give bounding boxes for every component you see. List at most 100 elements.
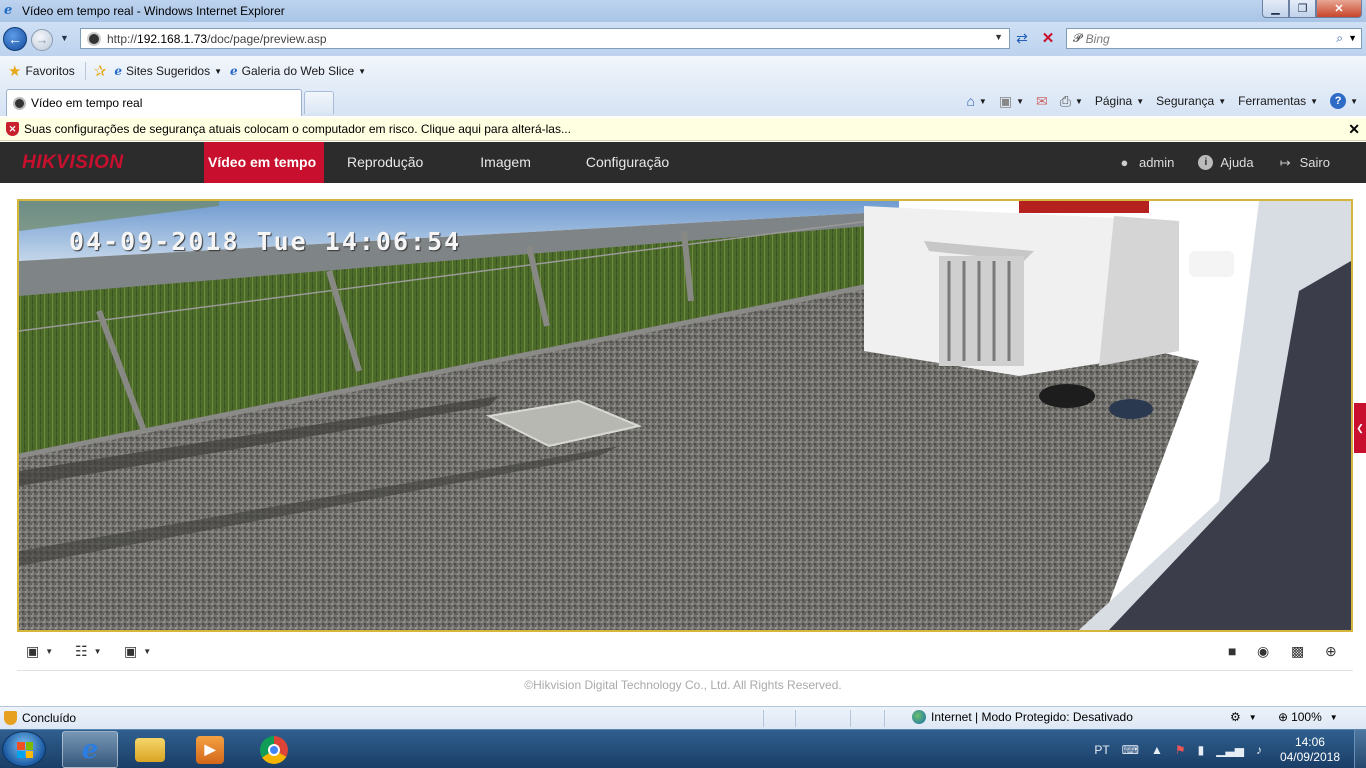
chrome-icon xyxy=(260,735,288,764)
show-desktop-button[interactable] xyxy=(1354,730,1366,768)
forward-button[interactable]: → xyxy=(31,29,53,51)
live-video-view[interactable]: 04-09-2018 Tue 14:06:54 xyxy=(17,199,1353,632)
internet-explorer-icon: e xyxy=(81,734,99,765)
tools-menu[interactable]: Ferramentas ▼ xyxy=(1238,94,1318,108)
minimize-button[interactable]: ▁ xyxy=(1262,0,1289,18)
volume-icon[interactable]: ♪ xyxy=(1256,743,1262,757)
security-zone[interactable]: Internet | Modo Protegido: Desativado xyxy=(912,710,1133,724)
add-favorite-icon: ✰ xyxy=(93,63,107,80)
chevron-down-icon: ▼ xyxy=(1329,712,1338,722)
clock[interactable]: 14:06 04/09/2018 xyxy=(1280,735,1340,765)
status-bar: Concluído Internet | Modo Protegido: Des… xyxy=(0,706,1366,729)
osd-timestamp: 04-09-2018 Tue 14:06:54 xyxy=(69,227,462,256)
tab-live-view[interactable]: Vídeo em tempo real xyxy=(6,89,302,116)
gear-icon: ⚙ xyxy=(1230,710,1241,724)
stop-icon[interactable]: ✕ xyxy=(1038,29,1058,47)
ptz-panel-toggle-icon[interactable]: ❮ xyxy=(1354,403,1366,453)
stream-select-button[interactable]: ☷ ▼ xyxy=(75,642,101,660)
divider xyxy=(84,62,86,80)
stop-live-button[interactable]: ■ xyxy=(1228,642,1236,660)
network-icon[interactable]: ▁▃▅ xyxy=(1216,743,1244,757)
folder-icon xyxy=(135,737,165,762)
taskbar-chrome[interactable] xyxy=(246,731,302,768)
action-center-icon[interactable]: ⚑ xyxy=(1175,743,1186,757)
safety-menu[interactable]: Segurança ▼ xyxy=(1156,94,1226,108)
address-url[interactable]: http://192.168.1.73/doc/page/preview.asp xyxy=(107,32,327,46)
command-bar: ⌂ ▼ ▣ ▼ ✉ ⎙ ▼ Página ▼ Segurança ▼ Ferramenta… xyxy=(954,91,1358,111)
taskbar-ie[interactable]: e xyxy=(62,731,118,768)
globe-icon xyxy=(912,710,926,724)
security-info-bar[interactable]: ✕ Suas configurações de segurança atuais… xyxy=(0,118,1366,141)
user-button[interactable]: ● admin xyxy=(1117,155,1175,170)
help-button[interactable]: i Ajuda xyxy=(1198,155,1254,170)
record-button[interactable]: ▩ xyxy=(1291,642,1304,660)
record-icon: ▩ xyxy=(1291,642,1305,659)
window-layout-button[interactable]: ▣ ▼ xyxy=(26,642,53,660)
zoom-icon: ⊕ xyxy=(1278,710,1289,724)
window-titlebar: e Vídeo em tempo real - Windows Internet… xyxy=(0,0,1366,22)
copyright-text: ©Hikvision Digital Technology Co., Ltd. … xyxy=(524,678,842,692)
main-menu: Vídeo em tempo Reprodução Imagem Configu… xyxy=(204,142,669,183)
zoom-level[interactable]: ⊕ 100% ▼ xyxy=(1278,710,1338,724)
mail-button[interactable]: ✉ xyxy=(1036,93,1048,110)
feeds-button[interactable]: ▣ ▼ xyxy=(999,93,1024,110)
show-hidden-icons-icon[interactable]: ▲ xyxy=(1151,743,1163,757)
favorites-button[interactable]: ★ Favoritos xyxy=(8,62,75,80)
zoom-in-icon: ⊕ xyxy=(1325,642,1337,659)
digital-zoom-button[interactable]: ⊕ xyxy=(1325,642,1337,660)
search-provider-icon: 𝓟 xyxy=(1073,31,1082,45)
tab-configuration[interactable]: Configuração xyxy=(586,142,669,183)
battery-icon[interactable]: ▮ xyxy=(1198,743,1205,757)
security-message[interactable]: Suas configurações de segurança atuais c… xyxy=(24,122,571,136)
plugin-select-button[interactable]: ▣ ▼ xyxy=(124,642,151,660)
logout-icon: ↦ xyxy=(1279,155,1291,170)
tab-image[interactable]: Imagem xyxy=(480,142,531,183)
help-icon: ? xyxy=(1330,93,1347,109)
refresh-icon[interactable]: ⇄ xyxy=(1012,30,1032,48)
camera-icon: ◉ xyxy=(1257,642,1270,659)
new-tab-button[interactable] xyxy=(304,91,334,114)
maximize-button[interactable]: ❐ xyxy=(1289,0,1316,18)
print-button[interactable]: ⎙ ▼ xyxy=(1060,93,1083,110)
user-icon: ● xyxy=(1120,155,1129,170)
taskbar-explorer[interactable] xyxy=(122,731,178,768)
system-tray: PT ⌨ ▲ ⚑ ▮ ▁▃▅ ♪ 14:06 04/09/2018 xyxy=(1094,730,1366,768)
info-icon: i xyxy=(1198,155,1214,170)
home-button[interactable]: ⌂ ▼ xyxy=(966,93,986,109)
search-icon[interactable]: ⌕ xyxy=(1336,31,1343,46)
address-dropdown-icon[interactable]: ▼ xyxy=(994,32,1003,42)
status-done: Concluído xyxy=(4,711,76,725)
close-button[interactable]: ✕ xyxy=(1316,0,1362,18)
search-box[interactable]: 𝓟 Bing ⌕ ▼ xyxy=(1066,28,1362,49)
camera-scene xyxy=(19,201,1351,630)
favorites-item-suggested-sites[interactable]: e Sites Sugeridos ▼ xyxy=(114,64,222,78)
page-menu[interactable]: Página ▼ xyxy=(1095,94,1144,108)
home-icon: ⌂ xyxy=(966,93,975,109)
capture-button[interactable]: ◉ xyxy=(1257,642,1269,660)
search-dropdown-icon[interactable]: ▼ xyxy=(1348,33,1357,43)
mail-icon: ✉ xyxy=(1036,92,1048,109)
hikvision-header: HIKVISION Vídeo em tempo Reprodução Imag… xyxy=(0,142,1366,183)
tab-live-view-menu[interactable]: Vídeo em tempo xyxy=(204,142,324,183)
back-button[interactable]: ← xyxy=(3,27,27,51)
protected-mode-button[interactable]: ⚙ ▼ xyxy=(1230,710,1257,724)
favorites-item-web-slice[interactable]: e Galeria do Web Slice ▼ xyxy=(230,64,366,78)
stream-icon: ☷ xyxy=(75,642,88,659)
help-menu[interactable]: ? ▼ xyxy=(1330,93,1358,109)
logout-button[interactable]: ↦ Sairo xyxy=(1278,155,1330,170)
add-favorite-button[interactable]: ✰ xyxy=(94,62,107,80)
stop-square-icon: ■ xyxy=(1228,643,1237,659)
address-bar[interactable]: http://192.168.1.73/doc/page/preview.asp… xyxy=(80,28,1010,49)
ie-logo-icon: e xyxy=(4,3,13,18)
chevron-down-icon: ▼ xyxy=(358,66,367,76)
start-button[interactable] xyxy=(2,731,46,767)
history-dropdown-icon[interactable]: ▼ xyxy=(60,33,69,43)
tab-playback[interactable]: Reprodução xyxy=(347,142,423,183)
language-indicator[interactable]: PT xyxy=(1094,743,1109,757)
close-icon[interactable]: ✕ xyxy=(1348,121,1360,138)
favorites-bar: ★ Favoritos ✰ e Sites Sugeridos ▼ e Gale… xyxy=(0,56,1366,86)
search-placeholder: Bing xyxy=(1085,31,1110,46)
taskbar-media-player[interactable]: ▶ xyxy=(182,731,238,768)
keyboard-icon[interactable]: ⌨ xyxy=(1122,743,1139,757)
layout-icon: ▣ xyxy=(26,642,40,659)
